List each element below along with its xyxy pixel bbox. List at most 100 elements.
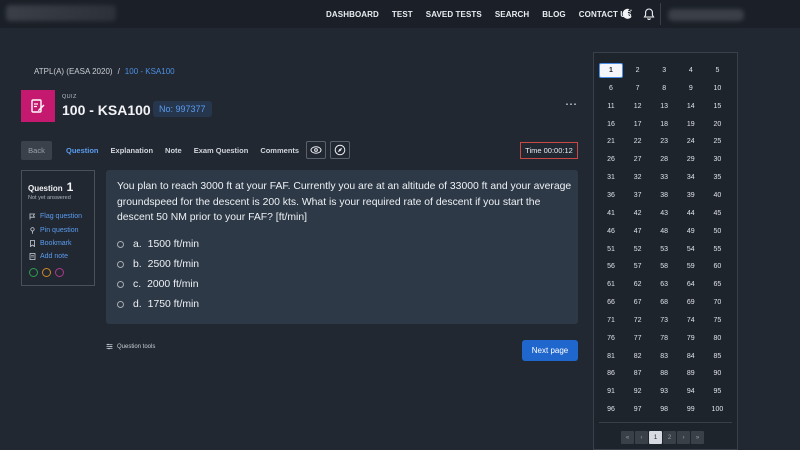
flag-question-action[interactable]: Flag question [29, 213, 82, 220]
question-nav-cell[interactable]: 58 [652, 259, 676, 274]
back-button[interactable]: Back [21, 141, 52, 160]
color-tag-green[interactable] [29, 268, 38, 277]
question-nav-cell[interactable]: 46 [599, 224, 623, 239]
question-nav-cell[interactable]: 74 [679, 313, 703, 328]
question-nav-cell[interactable]: 15 [705, 99, 729, 114]
question-nav-cell[interactable]: 21 [599, 134, 623, 149]
question-nav-cell[interactable]: 32 [626, 170, 650, 185]
question-nav-cell[interactable]: 14 [679, 99, 703, 114]
question-nav-cell[interactable]: 2 [626, 63, 650, 78]
question-nav-cell[interactable]: 95 [705, 384, 729, 399]
user-menu[interactable] [668, 9, 744, 21]
question-nav-cell[interactable]: 75 [705, 313, 729, 328]
question-nav-cell[interactable]: 28 [652, 152, 676, 167]
question-nav-cell[interactable]: 72 [626, 313, 650, 328]
question-nav-cell[interactable]: 8 [652, 81, 676, 96]
color-tag-purple[interactable] [55, 268, 64, 277]
question-nav-cell[interactable]: 59 [679, 259, 703, 274]
compass-button[interactable] [330, 141, 350, 159]
question-nav-cell[interactable]: 89 [679, 366, 703, 381]
question-nav-cell[interactable]: 90 [705, 366, 729, 381]
question-nav-cell[interactable]: 17 [626, 117, 650, 132]
question-nav-cell[interactable]: 10 [705, 81, 729, 96]
question-nav-cell[interactable]: 73 [652, 313, 676, 328]
question-nav-cell[interactable]: 54 [679, 242, 703, 257]
question-nav-cell[interactable]: 27 [626, 152, 650, 167]
question-nav-cell[interactable]: 96 [599, 402, 623, 417]
question-nav-cell[interactable]: 63 [652, 277, 676, 292]
bell-icon[interactable] [642, 7, 656, 21]
question-nav-cell[interactable]: 13 [652, 99, 676, 114]
question-nav-cell[interactable]: 24 [679, 134, 703, 149]
question-nav-cell[interactable]: 84 [679, 349, 703, 364]
radio-c[interactable] [117, 281, 124, 288]
pin-question-action[interactable]: Pin question [29, 227, 79, 234]
question-nav-cell[interactable]: 91 [599, 384, 623, 399]
question-nav-cell[interactable]: 98 [652, 402, 676, 417]
question-nav-cell[interactable]: 18 [652, 117, 676, 132]
pager-prev[interactable]: ‹ [635, 431, 648, 444]
question-nav-cell[interactable]: 48 [652, 224, 676, 239]
question-nav-cell[interactable]: 38 [652, 188, 676, 203]
next-page-button[interactable]: Next page [522, 340, 578, 361]
nav-link-blog[interactable]: BLOG [542, 10, 566, 19]
tab-exam-question[interactable]: Exam Question [194, 146, 249, 155]
breadcrumb-root[interactable]: ATPL(A) (EASA 2020) [34, 67, 113, 76]
question-nav-cell[interactable]: 25 [705, 134, 729, 149]
nav-link-saved-tests[interactable]: SAVED TESTS [426, 10, 482, 19]
color-tag-orange[interactable] [42, 268, 51, 277]
question-nav-cell[interactable]: 69 [679, 295, 703, 310]
question-nav-cell[interactable]: 30 [705, 152, 729, 167]
question-nav-cell[interactable]: 39 [679, 188, 703, 203]
question-nav-cell[interactable]: 49 [679, 224, 703, 239]
question-nav-cell[interactable]: 35 [705, 170, 729, 185]
breadcrumb-current[interactable]: 100 - KSA100 [125, 67, 175, 76]
add-note-action[interactable]: Add note [29, 253, 68, 260]
question-nav-cell[interactable]: 79 [679, 331, 703, 346]
question-nav-cell[interactable]: 56 [599, 259, 623, 274]
question-nav-cell[interactable]: 44 [679, 206, 703, 221]
more-options-icon[interactable]: ⋯ [565, 97, 578, 111]
question-nav-cell[interactable]: 62 [626, 277, 650, 292]
question-nav-cell[interactable]: 86 [599, 366, 623, 381]
question-nav-cell[interactable]: 94 [679, 384, 703, 399]
question-tools[interactable]: Question tools [106, 343, 155, 350]
question-nav-cell[interactable]: 22 [626, 134, 650, 149]
question-nav-cell[interactable]: 78 [652, 331, 676, 346]
question-nav-cell[interactable]: 87 [626, 366, 650, 381]
question-nav-cell[interactable]: 67 [626, 295, 650, 310]
question-nav-cell[interactable]: 45 [705, 206, 729, 221]
question-nav-cell[interactable]: 4 [679, 63, 703, 78]
answer-option-a[interactable]: a. 1500 ft/min [117, 239, 199, 250]
question-nav-cell[interactable]: 42 [626, 206, 650, 221]
radio-a[interactable] [117, 241, 124, 248]
question-nav-cell[interactable]: 50 [705, 224, 729, 239]
question-nav-cell[interactable]: 26 [599, 152, 623, 167]
question-nav-cell[interactable]: 51 [599, 242, 623, 257]
question-nav-cell[interactable]: 53 [652, 242, 676, 257]
question-nav-cell[interactable]: 77 [626, 331, 650, 346]
tab-comments[interactable]: Comments [260, 146, 299, 155]
question-nav-cell[interactable]: 97 [626, 402, 650, 417]
question-nav-cell[interactable]: 11 [599, 99, 623, 114]
radio-b[interactable] [117, 261, 124, 268]
question-nav-cell[interactable]: 61 [599, 277, 623, 292]
question-nav-cell[interactable]: 71 [599, 313, 623, 328]
question-nav-cell[interactable]: 19 [679, 117, 703, 132]
question-nav-cell[interactable]: 12 [626, 99, 650, 114]
question-nav-cell[interactable]: 92 [626, 384, 650, 399]
question-nav-cell[interactable]: 99 [679, 402, 703, 417]
tab-explanation[interactable]: Explanation [111, 146, 154, 155]
question-nav-cell[interactable]: 81 [599, 349, 623, 364]
question-nav-cell[interactable]: 23 [652, 134, 676, 149]
question-nav-cell[interactable]: 100 [705, 402, 729, 417]
question-nav-cell[interactable]: 68 [652, 295, 676, 310]
pager-last[interactable]: » [691, 431, 704, 444]
question-nav-cell[interactable]: 20 [705, 117, 729, 132]
question-nav-cell[interactable]: 85 [705, 349, 729, 364]
question-nav-cell[interactable]: 40 [705, 188, 729, 203]
question-nav-cell[interactable]: 5 [705, 63, 729, 78]
nav-link-search[interactable]: SEARCH [495, 10, 529, 19]
question-nav-cell[interactable]: 16 [599, 117, 623, 132]
question-nav-cell[interactable]: 41 [599, 206, 623, 221]
